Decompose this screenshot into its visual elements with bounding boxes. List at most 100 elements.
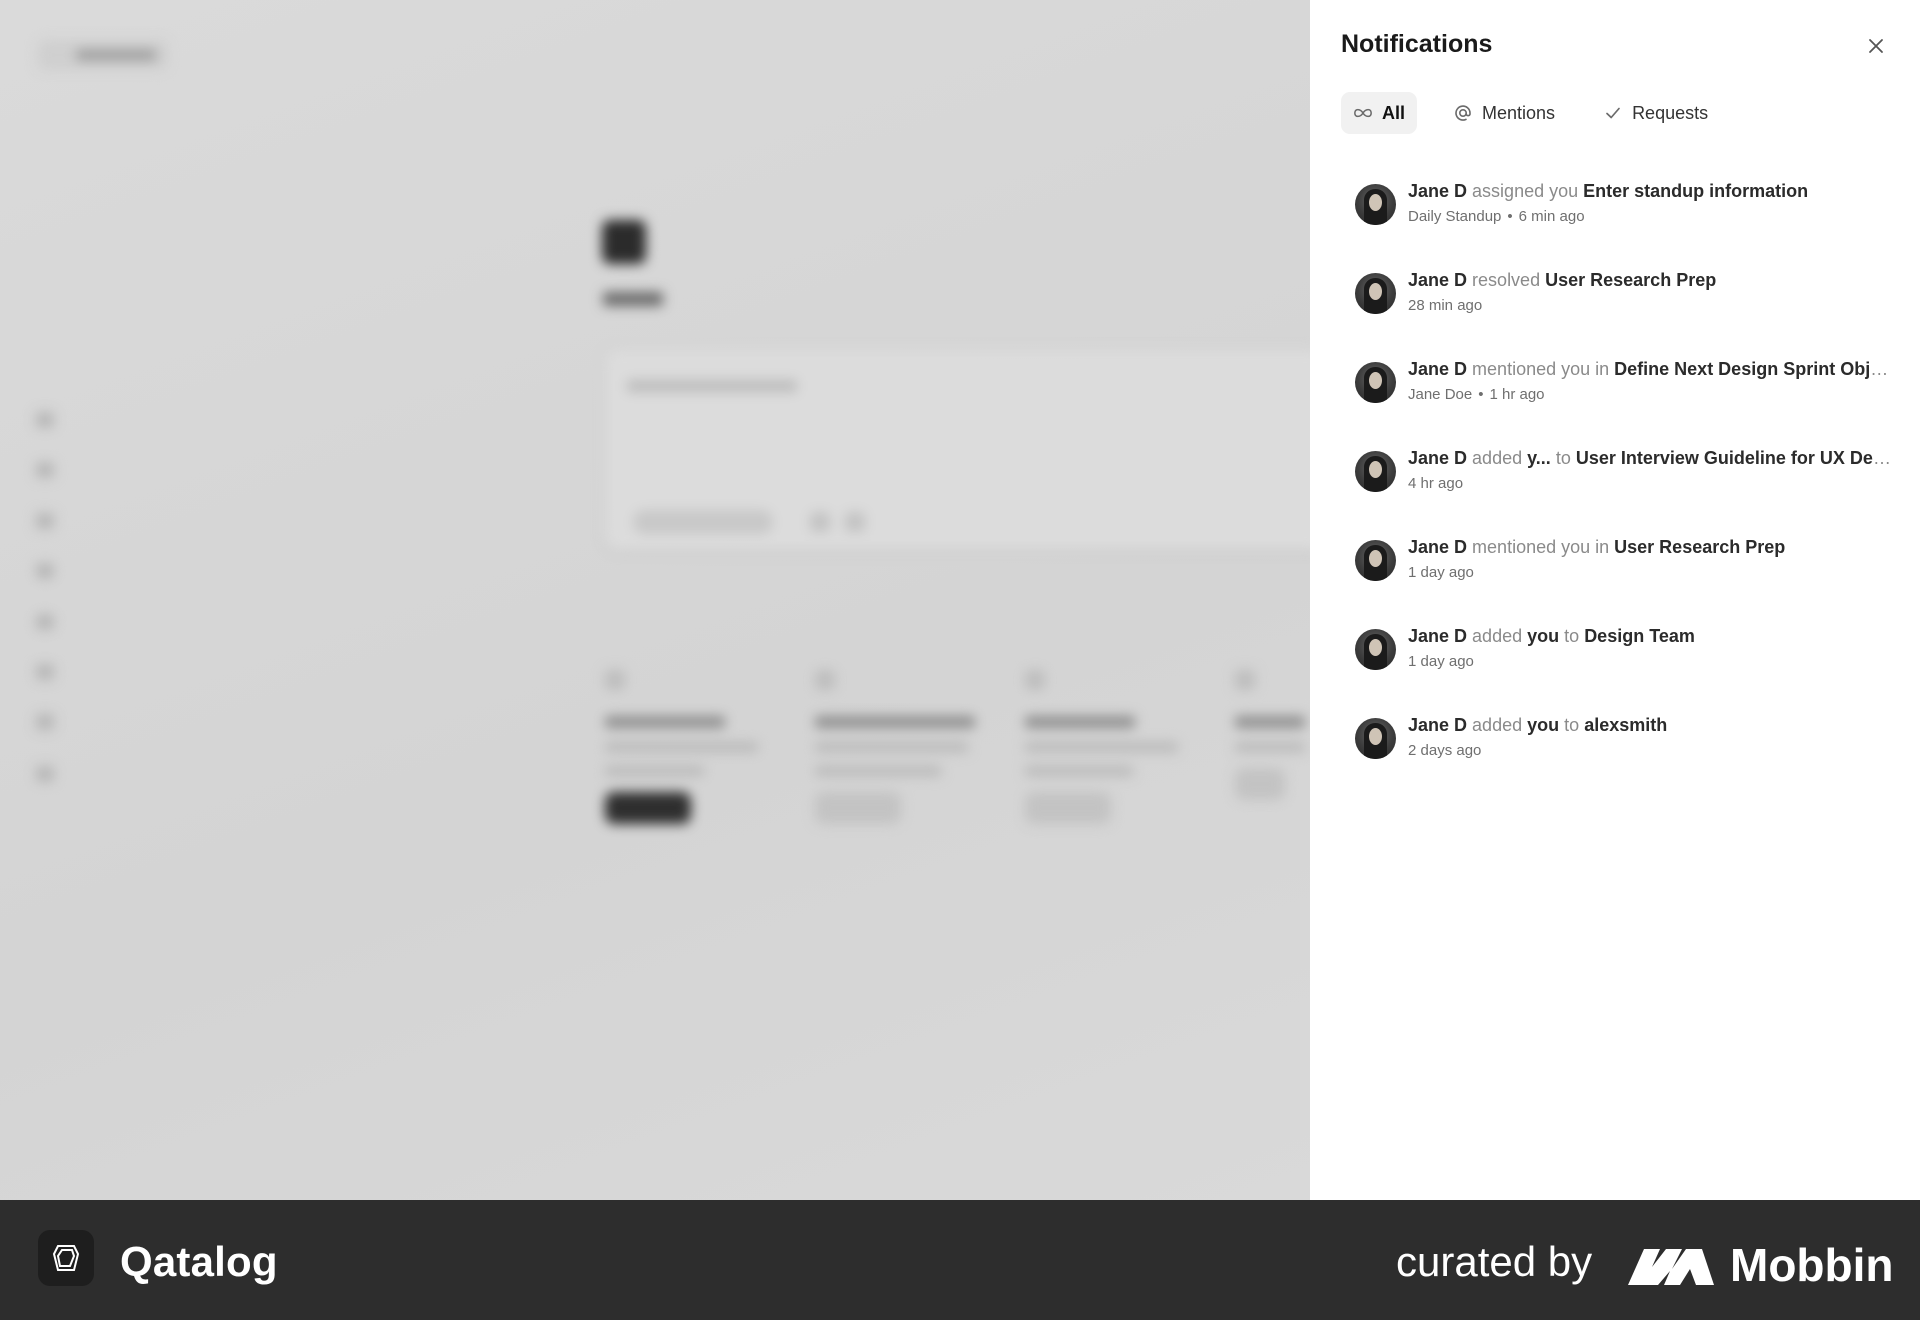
mobbin-brand: Mobbin — [1626, 1238, 1894, 1292]
background-app-overlay — [0, 0, 1310, 1200]
notification-text: Jane D added you to Design Team — [1408, 613, 1895, 647]
back-button-blurred — [38, 40, 168, 70]
notification-time: 1 day ago — [1408, 653, 1474, 670]
close-button[interactable] — [1862, 32, 1890, 60]
notification-tabs: All Mentions Requests — [1341, 92, 1720, 134]
notification-action: assigned you — [1472, 181, 1579, 201]
avatar — [1355, 184, 1396, 225]
check-icon — [1603, 103, 1623, 123]
notification-preposition: to — [1555, 448, 1571, 468]
notification-context: Jane Doe — [1408, 386, 1473, 403]
notification-subject: y... — [1527, 448, 1551, 468]
sidebar-icon — [36, 563, 54, 579]
sidebar-icon — [36, 614, 54, 630]
notification-target: Enter standup information — [1583, 181, 1809, 201]
notification-time: 1 hr ago — [1489, 386, 1545, 403]
notification-target: User Research Prep — [1614, 537, 1786, 557]
sidebar-icon — [36, 714, 54, 730]
avatar — [1355, 629, 1396, 670]
notification-target: Design Team — [1584, 626, 1695, 646]
notification-target: User Research Prep — [1545, 270, 1717, 290]
notification-actor: Jane D — [1408, 270, 1468, 290]
notification-target: alexsmith — [1584, 715, 1668, 735]
notification-time: 6 min ago — [1518, 208, 1585, 225]
notification-text: Jane D added y... to User Interview Guid… — [1408, 435, 1895, 469]
prompt-box — [605, 350, 1310, 550]
notification-item[interactable]: Jane D mentioned you in User Research Pr… — [1355, 524, 1895, 613]
suggestion-card — [815, 670, 995, 870]
notification-preposition: to — [1564, 626, 1580, 646]
notification-item[interactable]: Jane D added you to Design Team 1 day ag… — [1355, 613, 1895, 702]
mobbin-wordmark: Mobbin — [1730, 1239, 1894, 1291]
notification-item[interactable]: Jane D assigned you Enter standup inform… — [1355, 168, 1895, 257]
tab-label: All — [1382, 102, 1406, 123]
mobbin-logo-icon — [1628, 1249, 1714, 1285]
tab-mentions[interactable]: Mentions — [1441, 92, 1567, 134]
notification-target: User Interview Guideline for UX Desi... — [1575, 448, 1895, 468]
notification-meta: Jane Doe • 1 hr ago — [1408, 386, 1895, 403]
panel-title: Notifications — [1341, 30, 1493, 58]
at-icon — [1453, 103, 1473, 123]
notification-item[interactable]: Jane D resolved User Research Prep 28 mi… — [1355, 257, 1895, 346]
notification-meta: 4 hr ago — [1408, 475, 1895, 492]
notification-item[interactable]: Jane D added y... to User Interview Guid… — [1355, 435, 1895, 524]
notification-action: mentioned you in — [1472, 359, 1610, 379]
blurred-content — [0, 0, 1310, 1200]
footer-app-name: Qatalog — [120, 1238, 278, 1285]
notification-meta: 1 day ago — [1408, 564, 1895, 581]
avatar — [1355, 451, 1396, 492]
notification-text: Jane D resolved User Research Prep — [1408, 257, 1895, 291]
tab-all[interactable]: All — [1341, 92, 1418, 134]
notification-list: Jane D assigned you Enter standup inform… — [1355, 168, 1895, 791]
avatar — [1355, 273, 1396, 314]
close-icon — [1869, 39, 1883, 53]
notification-action: resolved — [1472, 270, 1541, 290]
notification-text: Jane D mentioned you in Define Next Desi… — [1408, 346, 1895, 380]
sidebar-icon — [36, 513, 54, 529]
separator-dot: • — [1478, 386, 1484, 403]
notification-time: 4 hr ago — [1408, 475, 1464, 492]
greeting-text — [603, 292, 663, 306]
notification-text: Jane D assigned you Enter standup inform… — [1408, 168, 1895, 202]
notification-target: Define Next Design Sprint Obje... — [1614, 359, 1895, 379]
footer-bar: Qatalog curated by Mobbin — [0, 1200, 1920, 1320]
notification-meta: 2 days ago — [1408, 742, 1895, 759]
suggestion-card — [605, 670, 785, 870]
avatar — [1355, 362, 1396, 403]
notification-actor: Jane D — [1408, 626, 1468, 646]
workspace-logo — [602, 220, 646, 264]
notification-time: 1 day ago — [1408, 564, 1474, 581]
notification-action: mentioned you in — [1472, 537, 1610, 557]
suggestion-card — [1025, 670, 1205, 870]
notification-meta: Daily Standup • 6 min ago — [1408, 208, 1895, 225]
notification-meta: 1 day ago — [1408, 653, 1895, 670]
notification-text: Jane D added you to alexsmith — [1408, 702, 1895, 736]
sidebar-icon — [36, 766, 54, 782]
footer-curated-by: curated by — [1396, 1238, 1593, 1285]
notification-subject: you — [1527, 715, 1560, 735]
notification-meta: 28 min ago — [1408, 297, 1895, 314]
notification-item[interactable]: Jane D added you to alexsmith 2 days ago — [1355, 702, 1895, 791]
notification-item[interactable]: Jane D mentioned you in Define Next Desi… — [1355, 346, 1895, 435]
notification-preposition: to — [1564, 715, 1580, 735]
qatalog-logo-icon — [38, 1230, 94, 1286]
sidebar-icon — [36, 412, 54, 428]
notification-actor: Jane D — [1408, 715, 1468, 735]
tab-label: Mentions — [1482, 102, 1556, 123]
notification-actor: Jane D — [1408, 537, 1468, 557]
notification-subject: you — [1527, 626, 1560, 646]
notification-action: added — [1472, 448, 1523, 468]
sidebar-icon — [36, 462, 54, 478]
infinity-icon — [1353, 103, 1373, 123]
notifications-panel: Notifications All Mentions Requests Jane… — [1310, 0, 1920, 1200]
notification-action: added — [1472, 715, 1523, 735]
notification-actor: Jane D — [1408, 181, 1468, 201]
tab-requests[interactable]: Requests — [1591, 92, 1720, 134]
notification-text: Jane D mentioned you in User Research Pr… — [1408, 524, 1895, 558]
notification-actor: Jane D — [1408, 359, 1468, 379]
suggestion-card — [1235, 670, 1310, 870]
separator-dot: • — [1507, 208, 1513, 225]
tab-label: Requests — [1632, 102, 1709, 123]
notification-context: Daily Standup — [1408, 208, 1502, 225]
notification-time: 2 days ago — [1408, 742, 1482, 759]
